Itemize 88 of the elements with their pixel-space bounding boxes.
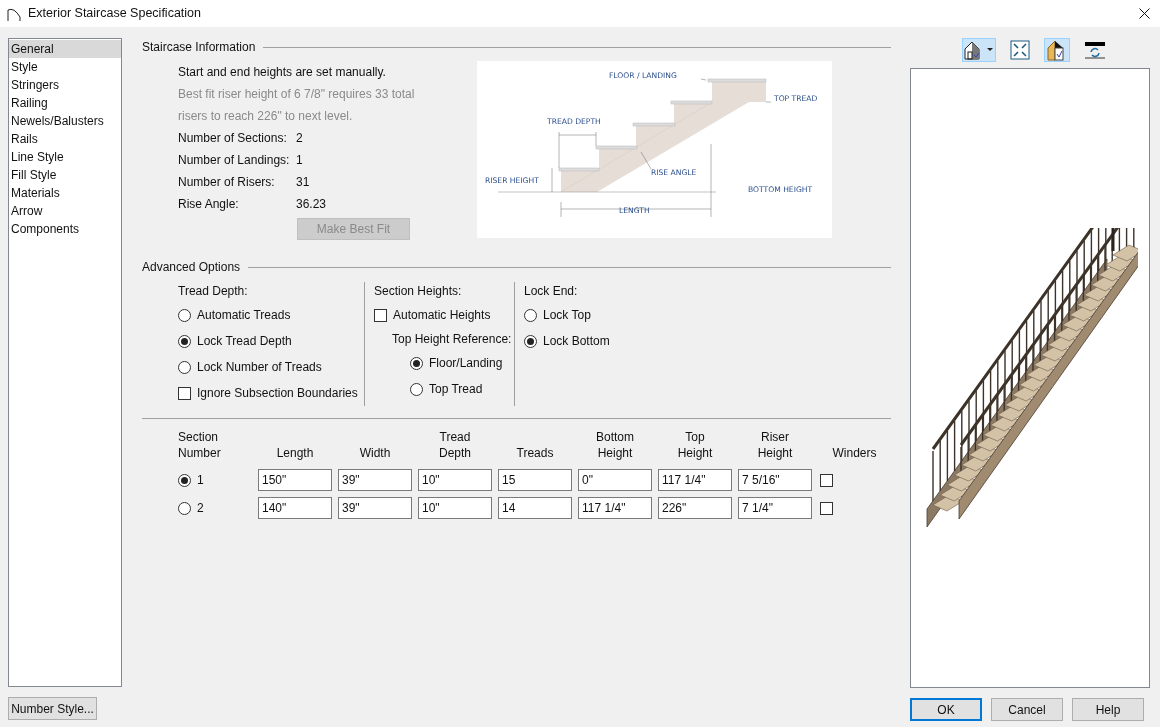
dialog-button[interactable]: Help <box>1072 698 1144 721</box>
category-item[interactable]: Style <box>9 58 121 76</box>
group-title: Advanced Options <box>142 259 241 276</box>
window-title: Exterior Staircase Specification <box>28 5 201 23</box>
close-icon <box>1138 8 1150 19</box>
status-text: Start and end heights are set manually. <box>178 64 387 81</box>
toolbar-button[interactable] <box>1008 38 1032 62</box>
option-label: Lock Number of Treads <box>197 359 322 376</box>
radio-button[interactable] <box>524 334 537 348</box>
house-view-icon <box>964 40 994 60</box>
category-item[interactable]: Line Style <box>9 148 121 166</box>
fit-to-window-icon <box>1010 40 1030 60</box>
category-item[interactable]: General <box>9 40 121 58</box>
option-label: Lock Bottom <box>543 333 610 350</box>
radio-button[interactable] <box>178 334 191 348</box>
category-item[interactable]: Components <box>9 220 121 238</box>
section-title: Top Height Reference: <box>391 331 513 348</box>
option-label: Floor/Landing <box>429 355 503 372</box>
option-label: Automatic Treads <box>197 307 291 324</box>
category-item[interactable]: Newels/Balusters <box>9 112 121 130</box>
section-title: Lock End: <box>524 283 579 300</box>
category-item[interactable]: Railing <box>9 94 121 112</box>
category-item[interactable]: Materials <box>9 184 121 202</box>
value-field[interactable]: 117 1/4" <box>578 497 652 519</box>
hint-text: Best fit riser height of 6 7/8" requires 33 total <box>178 86 416 103</box>
column-header: Bottom Height <box>595 429 635 462</box>
stat-label: Rise Angle: <box>178 196 240 213</box>
value-field[interactable]: 14 <box>498 497 572 519</box>
section-number: 2 <box>197 500 204 517</box>
column-header: Treads <box>515 445 555 462</box>
toolbar-button[interactable] <box>1044 38 1070 62</box>
radio-button[interactable] <box>410 382 423 396</box>
radio-button[interactable] <box>178 360 191 374</box>
dialog-button[interactable]: OK <box>910 698 982 721</box>
value-field[interactable]: 39" <box>338 497 412 519</box>
column-header: Winders <box>831 445 878 462</box>
option-label: Lock Top <box>543 307 591 324</box>
checkbox[interactable] <box>374 308 387 322</box>
category-item[interactable]: Fill Style <box>9 166 121 184</box>
leader-line <box>640 151 652 170</box>
category-item[interactable]: Stringers <box>9 76 121 94</box>
column-header: Top Height <box>676 429 714 462</box>
option-label: Top Tread <box>429 381 483 398</box>
column-header: Riser Height <box>756 429 794 462</box>
number-style-button[interactable]: Number Style... <box>8 697 97 720</box>
winders-checkbox[interactable] <box>820 473 833 487</box>
winders-checkbox[interactable] <box>820 501 833 515</box>
stat-value: 36.23 <box>296 196 327 213</box>
value-field[interactable]: 10" <box>418 497 492 519</box>
value-field[interactable]: 10" <box>418 469 492 491</box>
radio-button[interactable] <box>178 308 191 322</box>
value-field[interactable]: 140" <box>258 497 332 519</box>
value-field[interactable]: 0" <box>578 469 652 491</box>
stat-value: 31 <box>296 174 310 191</box>
category-item[interactable]: Rails <box>9 130 121 148</box>
hint-text: risers to reach 226" to next level. <box>178 108 354 125</box>
section-title: Tread Depth: <box>178 283 249 300</box>
group-title: Staircase Information <box>142 39 256 56</box>
stat-label: Number of Sections: <box>178 130 288 147</box>
option-label: Automatic Heights <box>393 307 491 324</box>
column-header: Section Number <box>178 429 222 462</box>
value-field[interactable]: 15 <box>498 469 572 491</box>
column-header: Tread Depth <box>438 429 472 462</box>
refresh-icon <box>1084 41 1106 59</box>
value-field[interactable]: 7 1/4" <box>738 497 812 519</box>
value-field[interactable]: 150" <box>258 469 332 491</box>
radio-button[interactable] <box>524 308 537 322</box>
column-header: Length <box>275 445 315 462</box>
radio-button[interactable] <box>178 501 191 515</box>
value-field[interactable]: 39" <box>338 469 412 491</box>
value-field[interactable]: 7 5/16" <box>738 469 812 491</box>
value-field[interactable]: 226" <box>658 497 732 519</box>
toolbar-button[interactable] <box>962 38 996 62</box>
stat-label: Number of Risers: <box>178 174 276 191</box>
value-field[interactable]: 117 1/4" <box>658 469 732 491</box>
stat-label: Number of Landings: <box>178 152 291 169</box>
option-label: Ignore Subsection Boundaries <box>197 385 358 402</box>
section-number: 1 <box>197 472 204 489</box>
checkbox[interactable] <box>178 386 191 400</box>
stat-value: 2 <box>296 130 303 147</box>
column-header: Width <box>358 445 392 462</box>
dialog-button[interactable]: Cancel <box>991 698 1063 721</box>
radio-button[interactable] <box>410 356 423 370</box>
radio-button[interactable] <box>178 473 191 487</box>
section-title: Section Heights: <box>374 283 463 300</box>
option-label: Lock Tread Depth <box>197 333 292 350</box>
stat-value: 1 <box>296 152 303 169</box>
category-item[interactable]: Arrow <box>9 202 121 220</box>
